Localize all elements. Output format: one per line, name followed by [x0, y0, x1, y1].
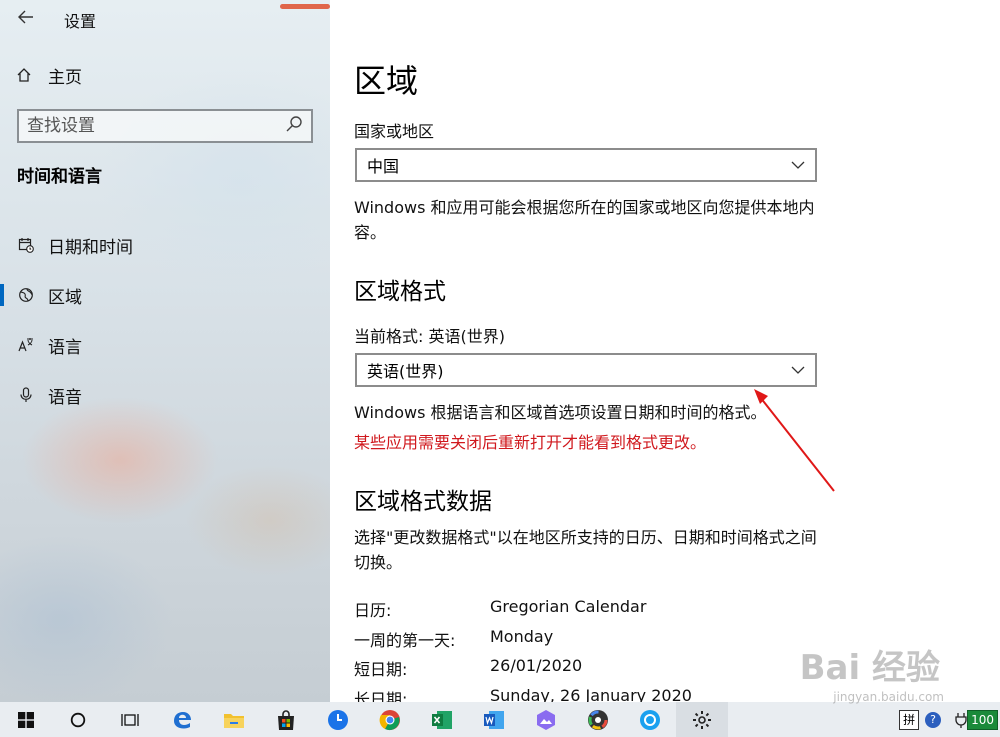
chevron-down-icon	[791, 161, 805, 169]
language-icon	[18, 337, 34, 353]
system-tray: 拼 ? 100	[899, 702, 1000, 737]
sidebar-item-label: 语音	[48, 387, 82, 408]
section-title: 时间和语言	[17, 167, 102, 187]
folder-icon	[224, 713, 244, 728]
search-input[interactable]	[27, 116, 285, 136]
taskbar: 拼 ? 100	[0, 702, 1000, 737]
help-icon[interactable]: ?	[925, 711, 942, 728]
search-box[interactable]	[17, 109, 313, 143]
taskbar-settings[interactable]	[676, 702, 728, 737]
edge-browser-icon	[174, 711, 191, 728]
country-dropdown[interactable]: 中国	[355, 148, 817, 182]
data-value: 26/01/2020	[490, 656, 583, 675]
data-key: 日历:	[354, 601, 392, 620]
taskbar-word[interactable]	[468, 702, 520, 737]
format-heading: 区域格式	[354, 279, 446, 305]
sidebar-item-home[interactable]: 主页	[16, 62, 82, 88]
taskbar-store[interactable]	[260, 702, 312, 737]
page-title: 区域	[354, 62, 419, 100]
taskbar-file-explorer[interactable]	[208, 702, 260, 737]
chevron-down-icon	[791, 366, 805, 374]
chat-bubble-icon	[640, 709, 660, 730]
globe-icon	[18, 287, 34, 303]
calendar-clock-icon	[18, 237, 34, 253]
format-dropdown[interactable]: 英语(世界)	[355, 353, 817, 387]
sidebar-item-speech[interactable]: 语音	[0, 370, 330, 420]
format-warning: 某些应用需要关闭后重新打开才能看到格式更改。	[354, 433, 707, 452]
data-row-long-date: 长日期: Sunday, 26 January 2020	[354, 686, 692, 702]
content-pane: 区域 国家或地区 中国 Windows 和应用可能会根据您所在的国家或地区向您提…	[330, 0, 1000, 702]
sidebar-item-region[interactable]: 区域	[0, 270, 330, 320]
sidebar-item-label: 语言	[48, 337, 82, 358]
taskbar-clock-app[interactable]	[312, 702, 364, 737]
taskbar-edge[interactable]	[156, 702, 208, 737]
battery-level: 100	[967, 709, 998, 730]
battery-indicator[interactable]: 100	[955, 709, 998, 730]
search-icon[interactable]	[285, 115, 303, 137]
cortana-circle-icon	[70, 712, 86, 727]
task-view-icon	[121, 713, 139, 726]
sidebar-item-label: 区域	[48, 287, 82, 308]
word-icon	[484, 710, 504, 729]
sidebar-item-date-time[interactable]: 日期和时间	[0, 220, 330, 270]
title-accent-bar	[280, 4, 330, 9]
plug-icon	[955, 712, 967, 728]
data-key: 短日期:	[354, 660, 408, 679]
data-key: 一周的第一天:	[354, 631, 456, 650]
sidebar-item-label: 主页	[48, 67, 82, 88]
photos-hexagon-icon	[537, 709, 555, 730]
back-button[interactable]	[14, 6, 38, 28]
data-value: Sunday, 26 January 2020	[490, 686, 692, 702]
chrome-icon	[379, 709, 400, 730]
data-value: Gregorian Calendar	[490, 597, 647, 616]
data-row-first-day: 一周的第一天: Monday	[354, 627, 553, 651]
store-bag-icon	[278, 709, 294, 730]
format-description: Windows 根据语言和区域首选项设置日期和时间的格式。	[354, 403, 767, 422]
current-format-label: 当前格式: 英语(世界)	[354, 327, 505, 346]
task-view-button[interactable]	[104, 702, 156, 737]
taskbar-color-app[interactable]	[572, 702, 624, 737]
taskbar-app-hexagon[interactable]	[520, 702, 572, 737]
taskbar-excel[interactable]	[416, 702, 468, 737]
data-description: 选择"更改数据格式"以在地区所支持的日历、日期和时间格式之间切换。	[354, 528, 817, 572]
excel-icon	[432, 710, 452, 729]
windows-logo-icon	[18, 711, 34, 728]
gear-icon	[693, 710, 711, 729]
microphone-icon	[18, 387, 34, 403]
ime-indicator[interactable]: 拼	[899, 709, 920, 730]
cortana-button[interactable]	[52, 702, 104, 737]
data-key: 长日期:	[354, 690, 408, 702]
sidebar-item-language[interactable]: 语言	[0, 320, 330, 370]
color-wheel-icon	[588, 709, 608, 730]
app-title: 设置	[64, 12, 97, 31]
clock-icon	[328, 709, 348, 730]
country-label: 国家或地区	[354, 122, 435, 141]
start-button[interactable]	[0, 702, 52, 737]
data-row-short-date: 短日期: 26/01/2020	[354, 656, 582, 680]
back-arrow-icon	[18, 10, 33, 24]
country-value: 中国	[367, 157, 400, 176]
home-icon	[16, 67, 32, 83]
data-value: Monday	[490, 627, 554, 646]
data-row-calendar: 日历: Gregorian Calendar	[354, 597, 646, 621]
taskbar-chat-app[interactable]	[624, 702, 676, 737]
data-heading: 区域格式数据	[354, 489, 492, 515]
sidebar-item-label: 日期和时间	[48, 237, 133, 258]
country-description: Windows 和应用可能会根据您所在的国家或地区向您提供本地内容。	[354, 198, 815, 242]
format-value: 英语(世界)	[367, 362, 444, 381]
sidebar-nav: 日期和时间 区域 语言 语音	[0, 220, 330, 420]
sidebar: 设置 主页 时间和语言 日期和时间 区域 语言	[0, 0, 330, 702]
taskbar-chrome[interactable]	[364, 702, 416, 737]
